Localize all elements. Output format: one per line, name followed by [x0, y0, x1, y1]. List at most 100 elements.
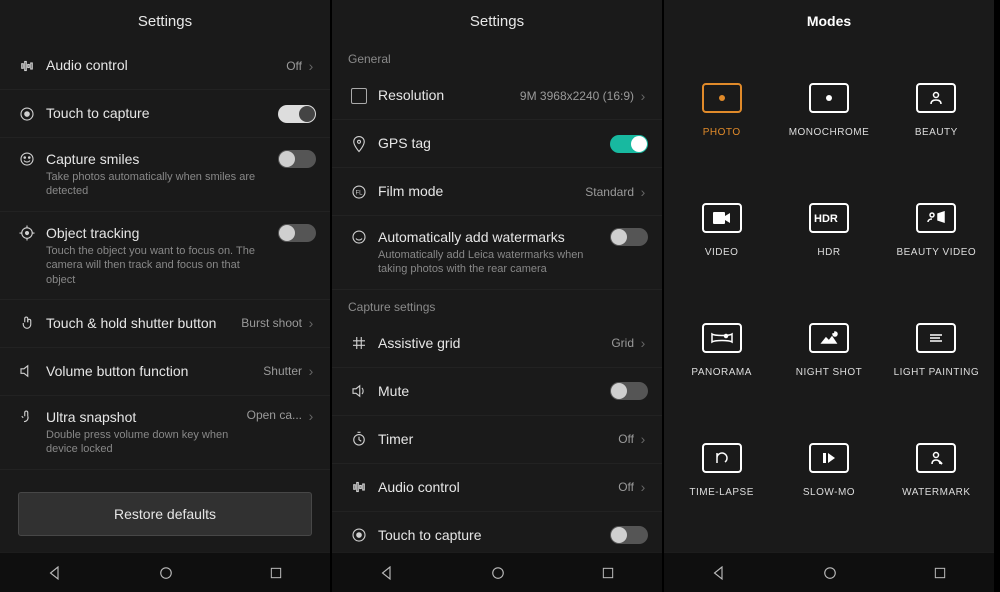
row-title: Volume button function: [46, 362, 255, 380]
mode-label: PANORAMA: [691, 367, 752, 378]
mode-watermark[interactable]: WATERMARK: [883, 410, 990, 530]
chevron-right-icon: ›: [638, 479, 648, 495]
mode-beauty-video[interactable]: BEAUTY VIDEO: [883, 170, 990, 290]
row-value: Shutter: [263, 364, 302, 378]
mode-light-painting[interactable]: LIGHT PAINTING: [883, 290, 990, 410]
nav-home-icon[interactable]: [157, 564, 175, 582]
chevron-right-icon: ›: [306, 363, 316, 379]
gps-icon: [346, 135, 372, 153]
mode-slow-mo[interactable]: SLOW-MO: [775, 410, 882, 530]
svg-text:FL: FL: [355, 190, 363, 196]
nav-home-icon[interactable]: [821, 564, 839, 582]
setting-row-ultra-snapshot[interactable]: Ultra snapshot Double press volume down …: [0, 396, 330, 470]
mode-monochrome[interactable]: MONOCHROME: [775, 50, 882, 170]
setting-row-capture-smiles[interactable]: Capture smiles Take photos automatically…: [0, 138, 330, 212]
audio-icon: [14, 57, 40, 75]
toggle-capture-smiles[interactable]: [278, 150, 316, 168]
setting-row-gps-tag[interactable]: GPS tag: [332, 120, 662, 168]
mode-beauty[interactable]: BEAUTY: [883, 50, 990, 170]
mode-label: HDR: [817, 247, 840, 258]
setting-row-audio-control[interactable]: Audio control Off ›: [0, 42, 330, 90]
chevron-right-icon: ›: [638, 184, 648, 200]
touch-icon: [14, 105, 40, 123]
mode-hdr[interactable]: HDR HDR: [775, 170, 882, 290]
pano-icon: [702, 323, 742, 353]
mode-photo[interactable]: PHOTO: [668, 50, 775, 170]
toggle-automatically-add-watermarks[interactable]: [610, 228, 648, 246]
row-value: Off: [286, 59, 302, 73]
setting-row-image-adjustment[interactable]: Image adjustment ›: [0, 470, 330, 476]
mute-icon: [346, 382, 372, 400]
row-subtitle: Double press volume down key when device…: [46, 428, 239, 457]
nav-back-icon[interactable]: [378, 564, 396, 582]
row-title: Touch to capture: [378, 526, 602, 544]
row-title: Film mode: [378, 182, 577, 200]
timer-icon: [346, 430, 372, 448]
row-title: Mute: [378, 382, 602, 400]
setting-row-audio-control[interactable]: Audio control Off ›: [332, 464, 662, 512]
row-title: Resolution: [378, 86, 512, 104]
nav-recent-icon[interactable]: [932, 565, 948, 581]
mode-panorama[interactable]: PANORAMA: [668, 290, 775, 410]
chevron-right-icon: ›: [638, 88, 648, 104]
toggle-mute[interactable]: [610, 382, 648, 400]
row-title: Audio control: [378, 478, 610, 496]
mode-time-lapse[interactable]: TIME-LAPSE: [668, 410, 775, 530]
nav-back-icon[interactable]: [46, 564, 64, 582]
check-icon: [346, 88, 372, 104]
android-navbar: [664, 552, 994, 592]
section-general: General: [332, 42, 662, 72]
restore-defaults-button[interactable]: Restore defaults: [18, 492, 312, 536]
setting-row-assistive-grid[interactable]: Assistive grid Grid›: [332, 320, 662, 368]
mode-label: MONOCHROME: [789, 127, 870, 138]
mode-night-shot[interactable]: NIGHT SHOT: [775, 290, 882, 410]
mode-grid: PHOTO MONOCHROME BEAUTY VIDEO HDR HDR BE…: [664, 42, 994, 552]
nav-recent-icon[interactable]: [600, 565, 616, 581]
setting-row-timer[interactable]: Timer Off›: [332, 416, 662, 464]
toggle-touch-to-capture[interactable]: [278, 105, 316, 123]
night-icon: [809, 323, 849, 353]
setting-row-automatically-add-watermarks[interactable]: Automatically add watermarks Automatical…: [332, 216, 662, 290]
setting-row-volume-button-function[interactable]: Volume button function Shutter ›: [0, 348, 330, 396]
toggle-gps-tag[interactable]: [610, 135, 648, 153]
setting-row-resolution[interactable]: Resolution 9M 3968x2240 (16:9)›: [332, 72, 662, 120]
setting-row-object-tracking[interactable]: Object tracking Touch the object you wan…: [0, 212, 330, 300]
mode-label: NIGHT SHOT: [796, 367, 862, 378]
setting-row-mute[interactable]: Mute: [332, 368, 662, 416]
setting-row-touch-hold-shutter-button[interactable]: Touch & hold shutter button Burst shoot›: [0, 300, 330, 348]
mode-video[interactable]: VIDEO: [668, 170, 775, 290]
nav-back-icon[interactable]: [710, 564, 728, 582]
nav-home-icon[interactable]: [489, 564, 507, 582]
chevron-right-icon: ›: [306, 58, 316, 74]
setting-row-touch-to-capture[interactable]: Touch to capture: [0, 90, 330, 138]
water-icon: [346, 228, 372, 246]
section-capture: Capture settings: [332, 290, 662, 320]
row-title: Capture smiles: [46, 150, 270, 168]
row-value: Off: [618, 480, 634, 494]
mode-label: WATERMARK: [902, 487, 970, 498]
row-title: Touch & hold shutter button: [46, 314, 233, 332]
timelapse-icon: [702, 443, 742, 473]
toggle-object-tracking[interactable]: [278, 224, 316, 242]
row-value: Open ca...: [247, 408, 302, 422]
row-subtitle: Take photos automatically when smiles ar…: [46, 170, 270, 199]
toggle-touch-to-capture[interactable]: [610, 526, 648, 544]
modes-panel: Modes PHOTO MONOCHROME BEAUTY VIDEO HDR …: [664, 0, 996, 592]
film-icon: FL: [346, 183, 372, 201]
chevron-right-icon: ›: [638, 431, 648, 447]
person-icon: [916, 83, 956, 113]
settings-list-1: Audio control Off › Touch to capture Capt…: [0, 42, 330, 476]
watermark-icon: [916, 443, 956, 473]
android-navbar: [332, 552, 662, 592]
chevron-right-icon: ›: [306, 408, 316, 424]
row-title: Timer: [378, 430, 610, 448]
light-icon: [916, 323, 956, 353]
row-title: Audio control: [46, 56, 278, 74]
nav-recent-icon[interactable]: [268, 565, 284, 581]
setting-row-film-mode[interactable]: FL Film mode Standard›: [332, 168, 662, 216]
volume-icon: [14, 362, 40, 380]
setting-row-touch-to-capture[interactable]: Touch to capture: [332, 512, 662, 552]
mode-label: LIGHT PAINTING: [894, 367, 980, 378]
row-title: GPS tag: [378, 134, 602, 152]
slowmo-icon: [809, 443, 849, 473]
